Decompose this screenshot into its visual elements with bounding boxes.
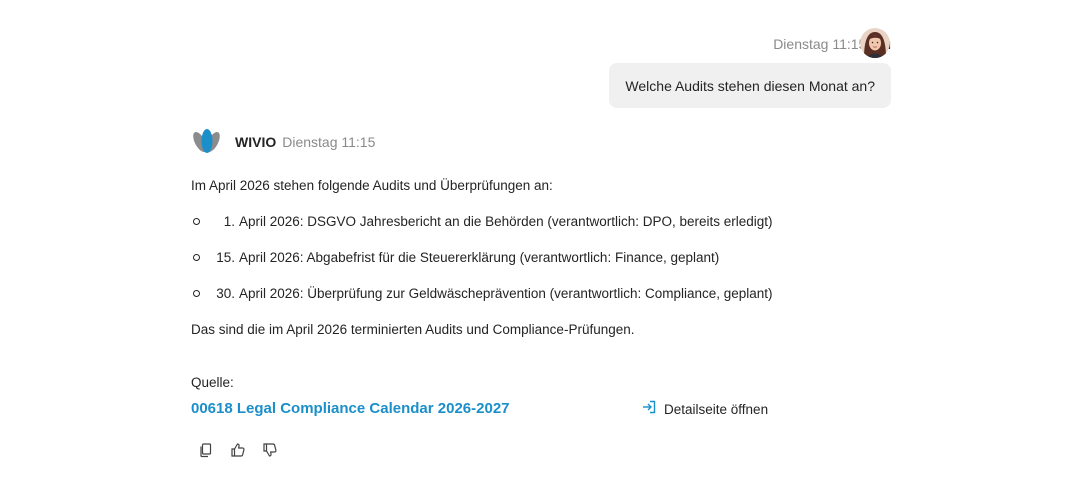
copy-icon — [198, 442, 214, 463]
thumbs-up-button[interactable] — [229, 442, 247, 463]
bot-message-time: Dienstag 11:15 — [282, 134, 376, 150]
bullet-icon — [193, 290, 200, 297]
audit-list: 1. April 2026: DSGVO Jahresbericht an di… — [191, 212, 891, 304]
open-detail-label: Detailseite öffnen — [664, 402, 769, 417]
open-detail-page-link[interactable]: Detailseite öffnen — [641, 399, 768, 421]
bullet-icon — [193, 218, 200, 225]
user-message-bubble: Welche Audits stehen diesen Monat an? — [609, 63, 891, 108]
thumbs-up-icon — [230, 442, 246, 463]
audit-item-text: April 2026: Abgabefrist für die Steuerer… — [239, 250, 720, 265]
audit-item-number: 30. — [216, 286, 235, 301]
audit-list-item: 30. April 2026: Überprüfung zur Geldwäsc… — [191, 284, 891, 304]
bot-outro-text: Das sind die im April 2026 terminierten … — [191, 322, 635, 337]
open-detail-icon — [641, 399, 657, 421]
audit-item-text: April 2026: Überprüfung zur Geldwäschepr… — [239, 286, 773, 301]
audit-item-number: 1. — [223, 214, 235, 229]
thumbs-down-button[interactable] — [261, 442, 279, 463]
copy-button[interactable] — [197, 442, 215, 463]
bot-intro-text: Im April 2026 stehen folgende Audits und… — [191, 178, 553, 193]
audit-item-number: 15. — [216, 250, 235, 265]
bot-name: WIVIO — [235, 134, 277, 150]
audit-list-item: 15. April 2026: Abgabefrist für die Steu… — [191, 248, 891, 268]
source-label: Quelle: — [191, 375, 234, 390]
wivio-logo-icon — [191, 126, 223, 156]
audit-list-item: 1. April 2026: DSGVO Jahresbericht an di… — [191, 212, 891, 232]
user-avatar — [860, 28, 890, 58]
source-document-link[interactable]: 00618 Legal Compliance Calendar 2026-202… — [191, 398, 510, 420]
message-actions — [197, 442, 279, 463]
user-message-time: Dienstag 11:15 — [773, 36, 867, 52]
audit-item-text: April 2026: DSGVO Jahresbericht an die B… — [239, 214, 773, 229]
bot-message-meta: WIVIO Dienstag 11:15 — [235, 132, 375, 152]
chat-view: Dienstag 11:15 Du Welche Audits stehen d… — [0, 0, 1083, 489]
bullet-icon — [193, 254, 200, 261]
thumbs-down-icon — [262, 442, 278, 463]
bot-message-body: Im April 2026 stehen folgende Audits und… — [191, 176, 891, 340]
